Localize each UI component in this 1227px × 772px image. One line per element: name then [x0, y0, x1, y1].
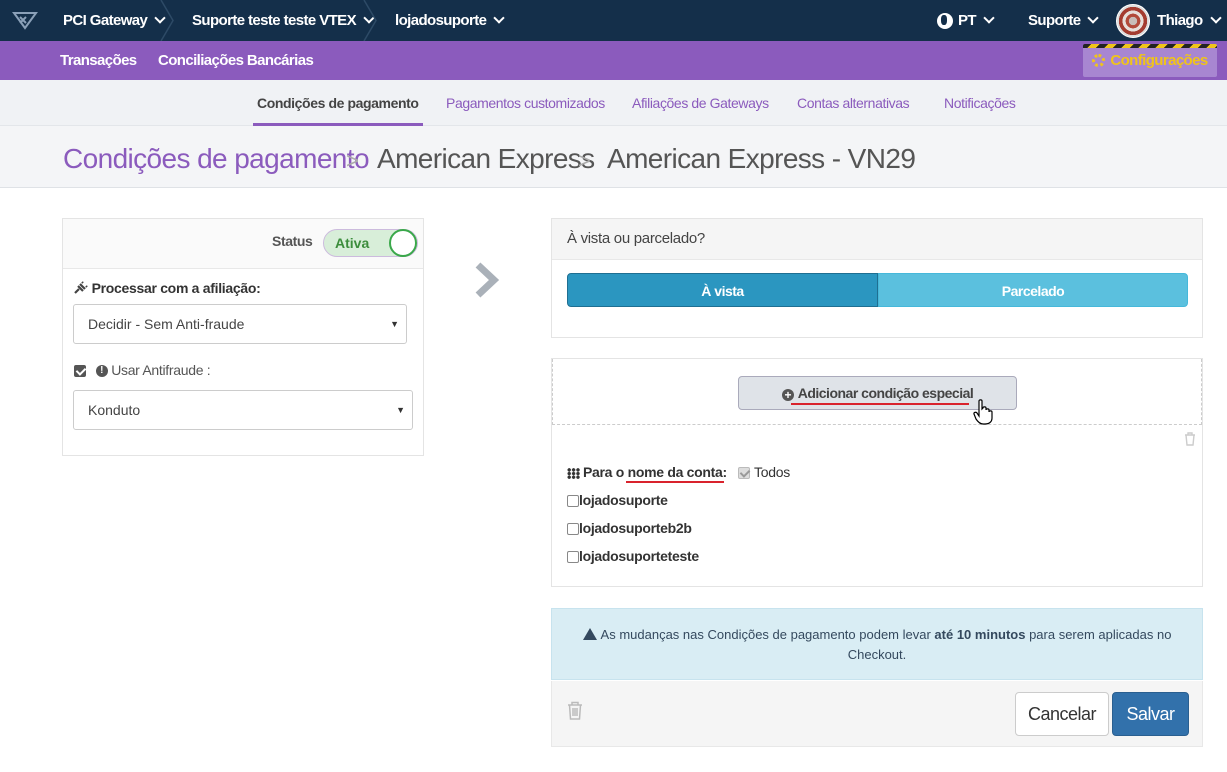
cancel-button[interactable]: Cancelar: [1015, 692, 1109, 736]
trash-icon[interactable]: [1184, 432, 1196, 446]
account-name: lojadosuporte: [579, 492, 668, 508]
account-filter-row: Para o nome da conta: Todos: [567, 464, 790, 480]
language-label: PT: [958, 12, 977, 29]
antifraud-select[interactable]: Konduto ▼: [73, 390, 413, 430]
account-label-prefix: Para o: [583, 464, 628, 480]
installments-panel: À vista ou parcelado? À vista Parcelado: [551, 218, 1203, 338]
info-icon: !: [95, 365, 108, 378]
breadcrumb-separator-icon: >: [346, 148, 359, 173]
brand-label: PCI Gateway: [63, 12, 148, 29]
account-label-main: nome da conta:: [627, 464, 728, 480]
tab-gateway-affiliations[interactable]: Afiliações de Gateways: [632, 80, 769, 126]
nav-reconciliations[interactable]: Conciliações Bancárias: [158, 41, 314, 80]
account-option[interactable]: lojadosuporteb2b: [567, 520, 692, 536]
nav-transactions[interactable]: Transações: [60, 41, 137, 80]
account-checkbox[interactable]: [567, 495, 579, 508]
settings-label: Configurações: [1110, 52, 1208, 69]
account-label: Suporte teste teste VTEX: [192, 12, 357, 29]
brand-menu[interactable]: PCI Gateway: [63, 0, 166, 41]
breadcrumb-brand[interactable]: American Express: [377, 143, 595, 175]
add-special-condition-label: Adicionar condição especial: [797, 385, 974, 401]
antifraud-select-value: Konduto: [88, 402, 141, 418]
tab-payment-conditions[interactable]: Condições de pagamento: [253, 80, 423, 126]
alert-text-bold: até 10 minutos: [934, 627, 1026, 642]
affiliation-select[interactable]: Decidir - Sem Anti-fraude ▼: [73, 304, 407, 344]
store-menu[interactable]: lojadosuporte: [395, 0, 506, 41]
top-bar: PCI Gateway Suporte teste teste VTEX loj…: [0, 0, 1227, 41]
support-menu[interactable]: Suporte: [1028, 0, 1100, 41]
account-option[interactable]: lojadosuporte: [567, 492, 668, 508]
account-name: lojadosuporteb2b: [579, 520, 692, 536]
trash-icon[interactable]: [567, 701, 583, 720]
save-button[interactable]: Salvar: [1112, 692, 1189, 736]
breadcrumb: Condições de pagamento > American Expres…: [0, 126, 1227, 188]
antifraud-checkbox[interactable]: [74, 365, 86, 378]
affiliation-label-text: Processar com a afiliação:: [91, 280, 261, 296]
account-name: lojadosuporteteste: [579, 548, 699, 564]
form-footer: Cancelar Salvar: [551, 681, 1203, 747]
account-menu[interactable]: Suporte teste teste VTEX: [192, 0, 375, 41]
chevron-down-icon: [1209, 12, 1222, 24]
avatar: [1116, 3, 1150, 38]
toggle-knob: [389, 229, 417, 257]
breadcrumb-separator-icon: >: [578, 148, 591, 173]
plus-circle-icon: +: [781, 389, 794, 401]
divider-chevron-icon: [160, 0, 174, 41]
tab-notifications[interactable]: Notificações: [944, 80, 1016, 126]
cash-option-button[interactable]: À vista: [567, 273, 878, 307]
store-label: lojadosuporte: [395, 12, 487, 29]
chevron-right-icon: [475, 262, 500, 298]
installments-option-button[interactable]: Parcelado: [878, 273, 1188, 307]
settings-button[interactable]: Configurações: [1083, 44, 1217, 77]
caret-down-icon: ▼: [390, 319, 399, 329]
all-accounts-label: Todos: [754, 464, 790, 480]
language-menu[interactable]: PT: [937, 0, 995, 41]
status-toggle[interactable]: Ativa: [323, 229, 418, 257]
installments-heading: À vista ou parcelado?: [552, 219, 1202, 260]
status-label: Status: [272, 233, 313, 249]
chevron-down-icon: [983, 12, 995, 24]
breadcrumb-payment-conditions[interactable]: Condições de pagamento: [63, 143, 370, 175]
condition-settings-panel: Status Ativa Processar com a afiliação: …: [62, 218, 424, 456]
account-option[interactable]: lojadosuporteteste: [567, 548, 699, 564]
antifraud-label: ! Usar Antifraude :: [74, 362, 211, 378]
grid-icon: [567, 467, 580, 479]
warning-icon: [582, 628, 597, 640]
affiliation-label: Processar com a afiliação:: [74, 280, 261, 296]
tab-custom-payments[interactable]: Pagamentos customizados: [446, 80, 605, 126]
status-toggle-label: Ativa: [335, 235, 370, 251]
account-checkbox[interactable]: [567, 551, 579, 564]
plug-icon: [74, 281, 88, 294]
caret-down-icon: ▼: [396, 405, 405, 415]
annotation-underline: [791, 403, 969, 405]
status-header: Status Ativa: [63, 219, 423, 269]
chevron-down-icon: [493, 12, 506, 24]
info-alert: As mudanças nas Condições de pagamento p…: [551, 608, 1203, 680]
support-label: Suporte: [1028, 12, 1081, 29]
user-label: Thiago: [1157, 12, 1203, 29]
hand-cursor-icon: [973, 399, 993, 425]
special-conditions-panel: + Adicionar condição especial Para o nome…: [551, 358, 1203, 587]
user-menu[interactable]: Thiago: [1116, 0, 1222, 41]
chevron-down-icon: [1087, 12, 1100, 24]
antifraud-label-text: Usar Antifraude :: [111, 362, 211, 378]
globe-icon: [937, 12, 953, 29]
divider-chevron-icon: [363, 0, 377, 41]
settings-subnav: Condições de pagamento Pagamentos custom…: [0, 80, 1227, 126]
alert-text-before: As mudanças nas Condições de pagamento p…: [600, 627, 935, 642]
gear-icon: [1092, 54, 1106, 67]
annotation-underline: [626, 481, 724, 483]
vtex-logo-icon[interactable]: [12, 10, 40, 30]
tab-alternative-accounts[interactable]: Contas alternativas: [797, 80, 910, 126]
main-nav: Transações Conciliações Bancárias Config…: [0, 41, 1227, 80]
all-accounts-checkbox[interactable]: [738, 467, 751, 480]
account-checkbox[interactable]: [567, 523, 579, 536]
affiliation-select-value: Decidir - Sem Anti-fraude: [88, 316, 245, 332]
page-title: American Express - VN29: [607, 143, 916, 174]
